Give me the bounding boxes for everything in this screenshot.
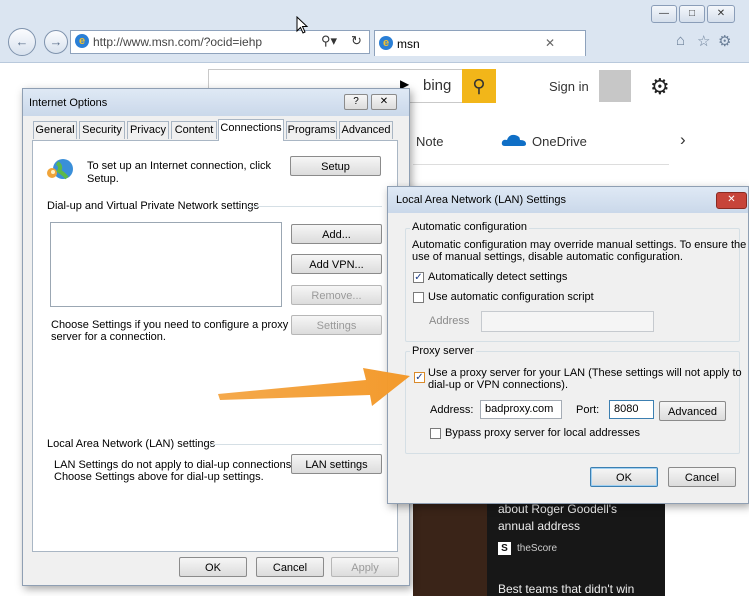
port-field[interactable]: 8080 xyxy=(609,400,654,419)
msn-nav-onedrive[interactable]: OneDrive xyxy=(532,134,587,149)
browser-tab-msn[interactable]: e msn ✕ xyxy=(374,30,586,56)
onedrive-cloud-icon xyxy=(501,134,526,146)
settings-description-line2: server for a connection. xyxy=(51,331,166,343)
use-proxy-label-line2[interactable]: dial-up or VPN connections). xyxy=(428,379,568,391)
tab-content[interactable]: Content xyxy=(171,121,217,139)
cancel-button[interactable]: Cancel xyxy=(256,557,324,577)
bypass-label[interactable]: Bypass proxy server for local addresses xyxy=(445,427,640,439)
use-proxy-checkbox[interactable]: ✓ xyxy=(414,372,425,383)
lan-description-line1: LAN Settings do not apply to dial-up con… xyxy=(54,459,295,471)
tab-privacy[interactable]: Privacy xyxy=(127,121,169,139)
back-arrow-icon: ← xyxy=(15,34,29,49)
lan-section-label: Local Area Network (LAN) settings xyxy=(47,438,216,450)
sign-in-link[interactable]: Sign in xyxy=(549,79,589,94)
lan-cancel-button[interactable]: Cancel xyxy=(668,467,736,487)
dialup-section-label: Dial-up and Virtual Private Network sett… xyxy=(47,200,259,212)
avatar[interactable] xyxy=(599,70,631,102)
tab-general[interactable]: General xyxy=(33,121,77,139)
proxy-group-label: Proxy server xyxy=(410,345,476,357)
bing-label: bing xyxy=(423,77,452,94)
news-source: theScore xyxy=(517,543,558,554)
annotation-arrow-icon xyxy=(218,368,410,406)
tab-programs[interactable]: Programs xyxy=(286,121,337,139)
forward-button[interactable]: → xyxy=(44,30,68,54)
news-headline-line2[interactable]: annual address xyxy=(498,519,580,533)
window-close-button[interactable]: ✕ xyxy=(707,5,735,23)
search-icon: ⚲ xyxy=(472,76,486,96)
tab-security[interactable]: Security xyxy=(79,121,125,139)
tools-gear-icon[interactable]: ⚙ xyxy=(718,32,731,50)
lan-dialog-title: Local Area Network (LAN) Settings xyxy=(396,194,566,206)
auto-config-description-line1: Automatic configuration may override man… xyxy=(412,239,747,251)
auto-address-label: Address xyxy=(429,315,470,327)
help-button[interactable]: ? xyxy=(344,94,368,110)
tab-connections[interactable]: Connections xyxy=(218,119,284,141)
setup-description-line2: Setup. xyxy=(87,173,119,185)
auto-script-checkbox[interactable] xyxy=(413,292,424,303)
lan-ok-button[interactable]: OK xyxy=(590,467,658,487)
apply-button[interactable]: Apply xyxy=(331,557,399,577)
setup-button[interactable]: Setup xyxy=(290,156,381,176)
divider xyxy=(413,164,669,165)
tab-advanced[interactable]: Advanced xyxy=(339,121,393,139)
maximize-button[interactable]: □ xyxy=(679,5,705,23)
tab-close-icon[interactable]: ✕ xyxy=(545,36,555,50)
chevron-right-icon[interactable]: › xyxy=(680,130,686,150)
add-button[interactable]: Add... xyxy=(291,224,382,244)
auto-detect-checkbox[interactable]: ✓ xyxy=(413,272,424,283)
lan-description-line2: Choose Settings above for dial-up settin… xyxy=(54,471,264,483)
ok-button[interactable]: OK xyxy=(179,557,247,577)
connections-listbox[interactable] xyxy=(50,222,282,307)
address-bar[interactable]: e http://www.msn.com/?ocid=iehp ⚲▾ ↻ xyxy=(70,30,370,54)
divider xyxy=(209,444,382,445)
thescore-logo-icon: S xyxy=(498,542,511,555)
setup-description-line1: To set up an Internet connection, click xyxy=(87,160,272,172)
news-card[interactable]: about Roger Goodell's annual address S t… xyxy=(413,500,665,596)
advanced-button[interactable]: Advanced xyxy=(659,401,726,421)
add-vpn-button[interactable]: Add VPN... xyxy=(291,254,382,274)
search-dropdown-icon[interactable]: ⚲▾ xyxy=(321,33,337,49)
home-icon[interactable]: ⌂ xyxy=(676,32,685,49)
bypass-checkbox[interactable] xyxy=(430,428,441,439)
lan-close-button[interactable]: ✕ xyxy=(716,192,747,209)
lan-settings-button[interactable]: LAN settings xyxy=(291,454,382,474)
proxy-address-label: Address: xyxy=(430,404,474,416)
refresh-icon[interactable]: ↻ xyxy=(351,33,362,49)
favorites-star-icon[interactable]: ☆ xyxy=(697,32,710,50)
settings-description-line1: Choose Settings if you need to configure… xyxy=(51,319,289,331)
mouse-cursor-icon xyxy=(296,16,309,34)
auto-config-group-label: Automatic configuration xyxy=(410,221,529,233)
msn-nav-note[interactable]: Note xyxy=(416,134,443,149)
close-button[interactable]: ✕ xyxy=(371,94,397,110)
settings-button[interactable]: Settings xyxy=(291,315,382,335)
ie-favicon-icon: e xyxy=(379,36,393,50)
globe-network-icon xyxy=(47,159,73,180)
port-label: Port: xyxy=(576,404,600,416)
minimize-button[interactable]: — xyxy=(651,5,677,23)
remove-button[interactable]: Remove... xyxy=(291,285,382,305)
ie-favicon-icon: e xyxy=(75,34,89,48)
auto-detect-label[interactable]: Automatically detect settings xyxy=(428,271,567,283)
back-button[interactable]: ← xyxy=(8,28,36,56)
news-thumbnail xyxy=(413,500,487,596)
dialog-title: Internet Options xyxy=(29,97,108,109)
use-proxy-label-line1[interactable]: Use a proxy server for your LAN (These s… xyxy=(428,367,742,379)
msn-settings-gear-icon[interactable]: ⚙ xyxy=(650,74,670,100)
address-url[interactable]: http://www.msn.com/?ocid=iehp xyxy=(93,35,262,49)
bing-search-button[interactable]: ⚲ xyxy=(462,69,496,103)
auto-address-field[interactable] xyxy=(481,311,654,332)
proxy-address-field[interactable]: badproxy.com xyxy=(480,400,562,419)
tab-label: msn xyxy=(397,37,420,51)
auto-config-description-line2: use of manual settings, disable automati… xyxy=(412,251,683,263)
forward-arrow-icon: → xyxy=(49,34,63,49)
auto-script-label[interactable]: Use automatic configuration script xyxy=(428,291,594,303)
divider xyxy=(247,206,382,207)
news-next-headline[interactable]: Best teams that didn't win xyxy=(498,582,634,596)
news-headline-line1[interactable]: about Roger Goodell's xyxy=(498,502,617,516)
